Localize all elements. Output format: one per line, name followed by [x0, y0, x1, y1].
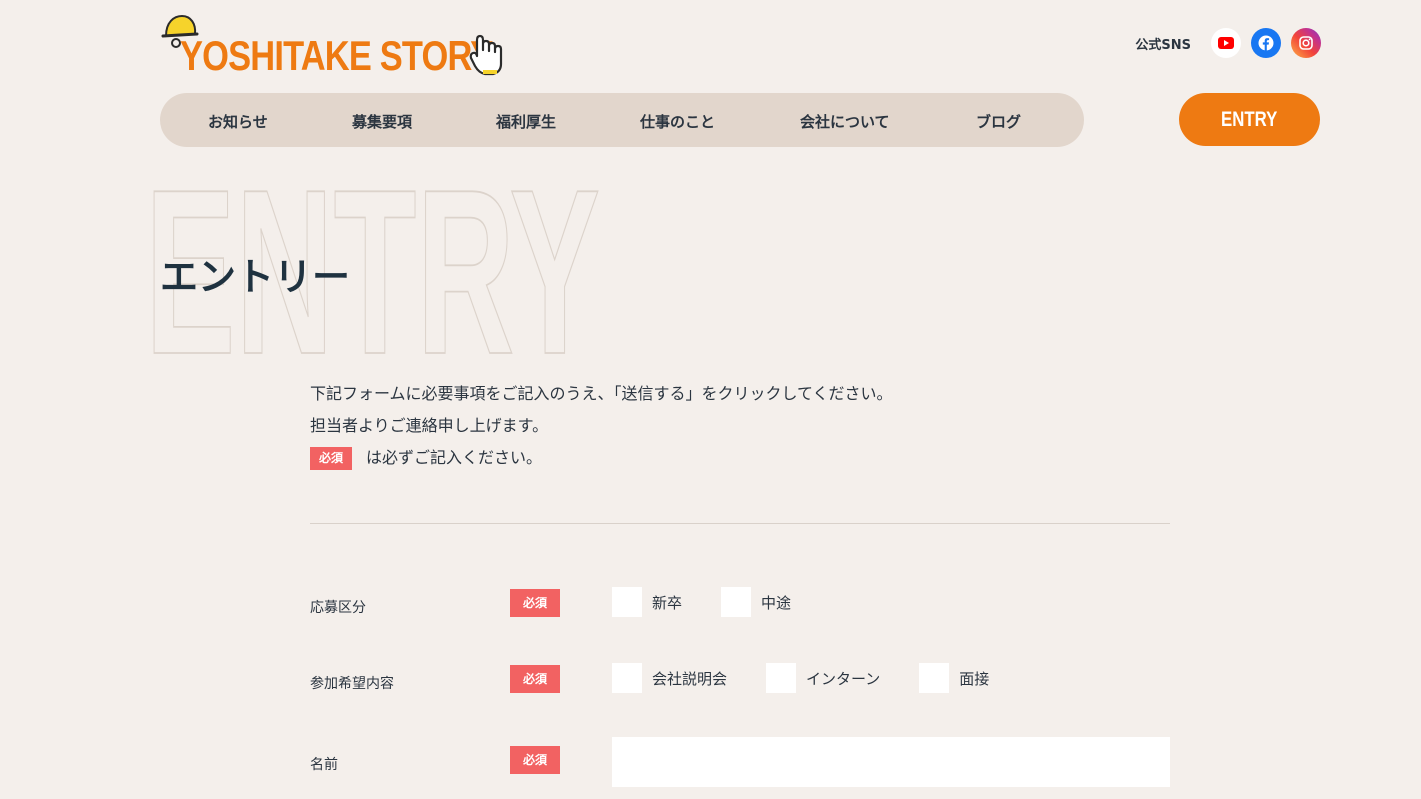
logo-text: YOSHITAKE STORY — [180, 32, 493, 79]
instagram-icon[interactable] — [1291, 28, 1321, 58]
site-logo[interactable]: YOSHITAKE STORY — [160, 10, 510, 80]
global-nav: お知らせ 募集要項 福利厚生 仕事のこと 会社について ブログ — [160, 93, 1084, 147]
option-company-briefing[interactable]: 会社説明会 — [612, 663, 727, 693]
intro-line-3: 必須 は必ずご記入ください。 — [310, 442, 893, 474]
checkbox[interactable] — [612, 587, 642, 617]
nav-item-blog[interactable]: ブログ — [976, 111, 1021, 132]
entry-button-label: ENTRY — [1221, 107, 1278, 131]
sns-links: 公式SNS — [1135, 28, 1321, 58]
option-label: インターン — [806, 669, 881, 688]
option-internship[interactable]: インターン — [766, 663, 880, 693]
page-title: エントリー — [160, 255, 351, 299]
option-label: 新卒 — [652, 593, 683, 612]
field-label: 参加希望内容 — [310, 676, 394, 692]
nav-item-recruitment[interactable]: 募集要項 — [352, 111, 412, 132]
option-interview[interactable]: 面接 — [919, 663, 989, 693]
checkbox-group: 会社説明会 インターン 面接 — [612, 663, 1028, 693]
option-label: 中途 — [761, 593, 792, 612]
nav-item-company[interactable]: 会社について — [800, 111, 890, 132]
facebook-icon[interactable] — [1251, 28, 1281, 58]
required-badge: 必須 — [510, 746, 560, 774]
intro-line-2: 担当者よりご連絡申し上げます。 — [310, 416, 549, 435]
option-new-graduate[interactable]: 新卒 — [612, 587, 682, 617]
divider — [310, 523, 1170, 524]
checkbox[interactable] — [919, 663, 950, 693]
nav-item-benefits[interactable]: 福利厚生 — [496, 111, 556, 132]
checkbox[interactable] — [766, 663, 797, 693]
checkbox[interactable] — [612, 663, 642, 693]
nav-item-news[interactable]: お知らせ — [208, 111, 268, 132]
option-label: 会社説明会 — [652, 669, 728, 688]
entry-button[interactable]: ENTRY — [1179, 93, 1320, 146]
name-input[interactable] — [612, 737, 1170, 787]
field-label: 応募区分 — [310, 600, 366, 616]
required-badge: 必須 — [510, 665, 560, 693]
checkbox-group: 新卒 中途 — [612, 587, 830, 617]
checkbox[interactable] — [721, 587, 752, 617]
nav-item-work[interactable]: 仕事のこと — [640, 111, 715, 132]
option-label: 面接 — [959, 669, 990, 688]
required-badge: 必須 — [510, 589, 560, 617]
youtube-icon[interactable] — [1211, 28, 1241, 58]
sns-label: 公式SNS — [1135, 37, 1191, 53]
option-mid-career[interactable]: 中途 — [721, 587, 791, 617]
intro-line-3-text: は必ずご記入ください。 — [366, 448, 543, 467]
intro-line-1: 下記フォームに必要事項をご記入のうえ、「送信する」をクリックしてください。 — [310, 384, 893, 403]
required-badge: 必須 — [310, 447, 353, 470]
pointing-hand-icon — [469, 34, 503, 76]
form-intro: 下記フォームに必要事項をご記入のうえ、「送信する」をクリックしてください。 担当… — [310, 378, 893, 474]
field-label: 名前 — [310, 757, 338, 773]
